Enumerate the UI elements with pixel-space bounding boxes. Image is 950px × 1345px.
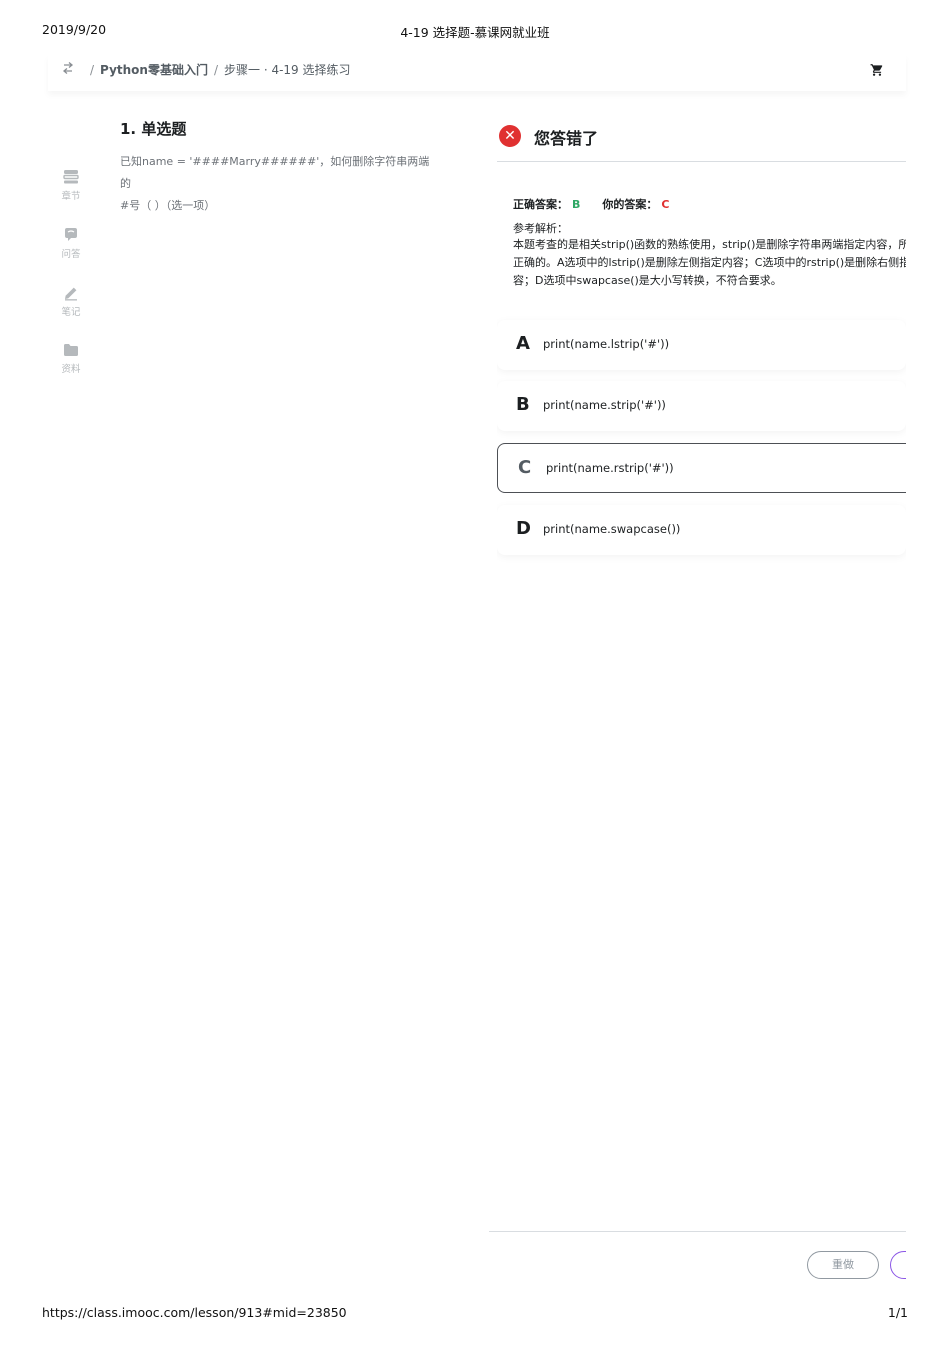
sidebar-item-label: 问答 (61, 249, 81, 260)
question-text-line: 已知name = '####Marry######'，如何删除字符串两端的 (120, 155, 430, 190)
footer-divider (489, 1231, 906, 1232)
sidebar-item-label: 资料 (61, 364, 81, 375)
sidebar-item-label: 章节 (61, 191, 81, 202)
sidebar-item-qa[interactable]: 问答 (48, 227, 94, 260)
option-text: print(name.swapcase()) (543, 522, 681, 536)
correct-answer-label: 正确答案： (513, 198, 568, 211)
print-footer: https://class.imooc.com/lesson/913#mid=2… (42, 1305, 908, 1323)
pencil-icon (65, 287, 77, 301)
option-letter: C (518, 457, 532, 478)
breadcrumb-separator: / (90, 63, 95, 77)
breadcrumb-current: 步骤一 · 4-19 选择练习 (224, 63, 351, 77)
result-title: 您答错了 (534, 129, 599, 148)
option-c-selected[interactable]: C print(name.rstrip('#')) (497, 443, 906, 493)
chapters-icon (63, 170, 79, 184)
print-url: https://class.imooc.com/lesson/913#mid=2… (42, 1305, 347, 1320)
sidebar-item-chapters[interactable]: 章节 (48, 169, 94, 202)
option-d[interactable]: D print(name.swapcase()) (497, 505, 906, 555)
question-panel: 1. 单选题 已知name = '####Marry######'，如何删除字符… (120, 118, 440, 217)
folder-icon (64, 344, 78, 356)
correct-answer-value: B (572, 198, 581, 211)
print-header: 2019/9/20 4-19 选择题-慕课网就业班 (42, 22, 908, 40)
option-letter: A (516, 333, 530, 354)
swap-back-icon[interactable] (62, 61, 76, 75)
analysis-label: 参考解析： (513, 222, 568, 235)
analysis-text: 本题考查的是相关strip()函数的熟练使用，strip()是删除字符串两端指定… (513, 236, 906, 290)
your-answer-label: 你的答案： (602, 198, 658, 211)
sidebar-item-materials[interactable]: 资料 (48, 342, 94, 375)
question-text: 已知name = '####Marry######'，如何删除字符串两端的 #号… (120, 151, 440, 217)
sidebar-item-notes[interactable]: 笔记 (48, 285, 94, 318)
sidebar-item-label: 笔记 (61, 307, 81, 318)
breadcrumb-course-link[interactable]: Python零基础入门 (100, 63, 208, 77)
next-button[interactable] (890, 1251, 906, 1279)
analysis-line: 本题考查的是相关strip()函数的熟练使用，strip()是删除字符串两端指定… (513, 238, 906, 251)
your-answer-value: C (661, 198, 670, 211)
print-page-number: 1/1 (887, 1305, 908, 1320)
breadcrumb: / Python零基础入门 / 步骤一 · 4-19 选择练习 (84, 61, 351, 78)
question-title: 1. 单选题 (120, 120, 187, 138)
option-letter: B (516, 394, 530, 415)
option-b[interactable]: B print(name.strip('#')) (497, 381, 906, 431)
result-header: ✕ 您答错了 (497, 120, 906, 162)
qa-icon (65, 228, 77, 241)
close-circle-icon: ✕ (499, 125, 521, 147)
option-text: print(name.rstrip('#')) (546, 461, 674, 475)
option-text: print(name.lstrip('#')) (543, 337, 670, 351)
option-letter: D (516, 518, 531, 539)
analysis-line: 容；D选项中swapcase()是大小写转换，不符合要求。 (513, 274, 782, 287)
answer-summary: 正确答案： B 你的答案： C (513, 196, 669, 212)
redo-button[interactable]: 重做 (807, 1251, 879, 1279)
option-a[interactable]: A print(name.lstrip('#')) (497, 320, 906, 370)
answer-result-panel: ✕ 您答错了 正确答案： B 你的答案： C 参考解析： 本题考查的是相关strip(… (497, 120, 906, 580)
top-bar: / Python零基础入门 / 步骤一 · 4-19 选择练习 (48, 55, 906, 91)
analysis-line: 正确的。A选项中的lstrip()是删除左侧指定内容；C选项中的rstrip()… (513, 256, 906, 269)
shopping-cart-icon[interactable] (870, 62, 886, 78)
question-text-line: #号（ ）（选一项） (120, 199, 216, 212)
breadcrumb-separator: / (213, 63, 219, 77)
option-text: print(name.strip('#')) (543, 398, 666, 412)
print-page-title: 4-19 选择题-慕课网就业班 (400, 25, 550, 40)
